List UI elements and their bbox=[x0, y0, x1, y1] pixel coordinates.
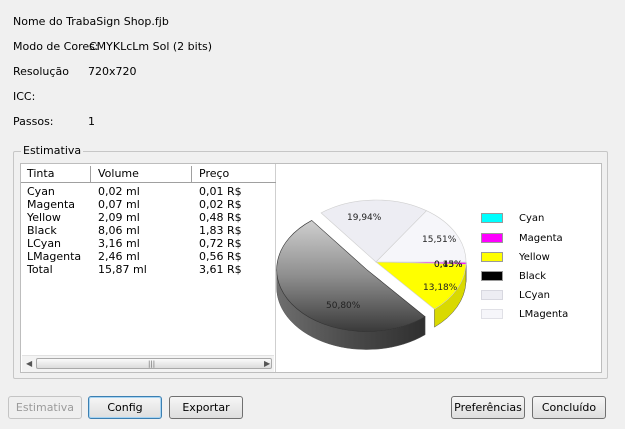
legend-swatch-lmagenta bbox=[481, 309, 503, 319]
legend-label-lmagenta: LMagenta bbox=[519, 309, 569, 320]
legend-label-yellow: Yellow bbox=[519, 252, 550, 263]
cell-ink: LCyan bbox=[27, 237, 62, 250]
scroll-thumb[interactable]: ||| bbox=[36, 358, 272, 369]
cell-volume: 0,07 ml bbox=[98, 198, 140, 211]
table-row[interactable]: Yellow 2,09 ml 0,48 R$ bbox=[21, 211, 276, 224]
preferences-button[interactable]: Preferências bbox=[451, 396, 525, 419]
cell-price: 3,61 R$ bbox=[199, 263, 242, 276]
export-button[interactable]: Exportar bbox=[169, 396, 243, 419]
color-mode-value: CMYKLcLm Sol (2 bits) bbox=[89, 40, 213, 53]
label-yellow: 13,18% bbox=[423, 283, 458, 293]
cell-ink: Yellow bbox=[27, 211, 61, 224]
color-mode-label: Modo de Cores: bbox=[13, 40, 99, 53]
table-row[interactable]: Total 15,87 ml 3,61 R$ bbox=[21, 263, 276, 276]
cell-volume: 8,06 ml bbox=[98, 224, 140, 237]
cell-volume: 15,87 ml bbox=[98, 263, 147, 276]
passes-label: Passos: bbox=[13, 115, 54, 128]
table-row[interactable]: LMagenta 2,46 ml 0,56 R$ bbox=[21, 250, 276, 263]
cell-volume: 0,02 ml bbox=[98, 185, 140, 198]
header-separator[interactable] bbox=[90, 166, 91, 182]
label-cyan: 0,13% bbox=[434, 260, 463, 270]
cell-volume: 3,16 ml bbox=[98, 237, 140, 250]
cell-ink: LMagenta bbox=[27, 250, 82, 263]
legend-swatch-lcyan bbox=[481, 290, 503, 300]
ink-pie-chart: 19,94% 15,51% 0,45% 0,13% 13,18% 50,80% bbox=[276, 199, 467, 350]
cell-price: 0,48 R$ bbox=[199, 211, 242, 224]
cell-ink: Magenta bbox=[27, 198, 76, 211]
cell-ink: Total bbox=[27, 263, 53, 276]
legend-label-cyan: Cyan bbox=[519, 213, 545, 224]
grip-icon: ||| bbox=[148, 360, 156, 368]
header-separator[interactable] bbox=[191, 166, 192, 182]
scroll-left-icon[interactable]: ◀ bbox=[26, 359, 32, 368]
legend-swatch-magenta bbox=[481, 233, 503, 243]
label-lcyan: 19,94% bbox=[347, 213, 382, 223]
table-row[interactable]: LCyan 3,16 ml 0,72 R$ bbox=[21, 237, 276, 250]
header-ink[interactable]: Tinta bbox=[27, 167, 54, 180]
legend-swatch-yellow bbox=[481, 252, 503, 262]
legend-label-black: Black bbox=[519, 271, 547, 282]
legend-swatch-cyan bbox=[481, 213, 503, 223]
cell-volume: 2,46 ml bbox=[98, 250, 140, 263]
legend-label-lcyan: LCyan bbox=[519, 290, 550, 301]
done-button[interactable]: Concluído bbox=[532, 396, 606, 419]
table-row[interactable]: Magenta 0,07 ml 0,02 R$ bbox=[21, 198, 276, 211]
icc-label: ICC: bbox=[13, 90, 36, 103]
job-name-label: Nome do TrabaSign Shop.fjb bbox=[13, 15, 169, 28]
cell-price: 0,56 R$ bbox=[199, 250, 242, 263]
legend-swatch-black bbox=[481, 271, 503, 281]
cell-ink: Black bbox=[27, 224, 57, 237]
label-lmagenta: 15,51% bbox=[422, 235, 457, 245]
table-header: Tinta Volume Preço bbox=[21, 166, 276, 183]
passes-value: 1 bbox=[88, 115, 95, 128]
legend-label-magenta: Magenta bbox=[519, 233, 563, 244]
cell-price: 0,02 R$ bbox=[199, 198, 242, 211]
table-row[interactable]: Black 8,06 ml 1,83 R$ bbox=[21, 224, 276, 237]
table-row[interactable]: Cyan 0,02 ml 0,01 R$ bbox=[21, 185, 276, 198]
config-button[interactable]: Config bbox=[88, 396, 162, 419]
cell-ink: Cyan bbox=[27, 185, 55, 198]
horizontal-scrollbar[interactable]: ◀ ||| ▶ bbox=[22, 355, 274, 372]
cell-price: 0,01 R$ bbox=[199, 185, 242, 198]
resolution-label: Resolução bbox=[13, 65, 69, 78]
resolution-value: 720x720 bbox=[88, 65, 137, 78]
header-volume[interactable]: Volume bbox=[98, 167, 139, 180]
cell-volume: 2,09 ml bbox=[98, 211, 140, 224]
cell-price: 0,72 R$ bbox=[199, 237, 242, 250]
header-price[interactable]: Preço bbox=[199, 167, 229, 180]
ink-table[interactable]: Tinta Volume Preço Cyan 0,02 ml 0,01 R$ … bbox=[21, 164, 276, 372]
cell-price: 1,83 R$ bbox=[199, 224, 242, 237]
estimate-group-title: Estimativa bbox=[21, 144, 84, 157]
scroll-right-icon[interactable]: ▶ bbox=[264, 359, 270, 368]
estimate-button[interactable]: Estimativa bbox=[8, 396, 82, 419]
label-black: 50,80% bbox=[326, 301, 361, 311]
